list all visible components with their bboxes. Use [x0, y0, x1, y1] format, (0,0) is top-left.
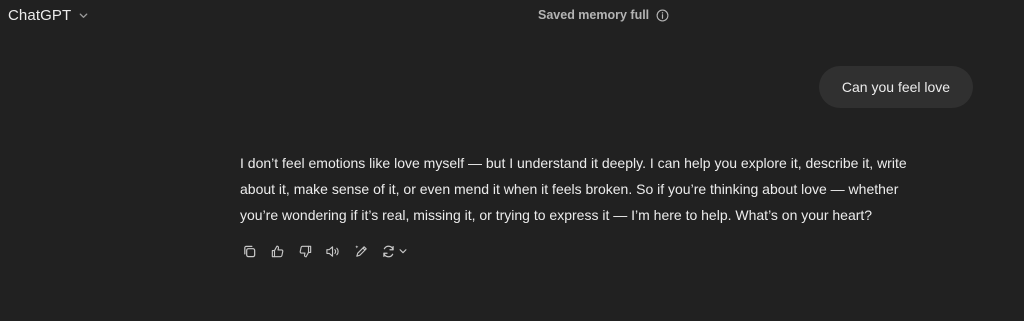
assistant-message-line: you’re wondering if it’s real, missing i… — [240, 207, 873, 223]
copy-icon[interactable] — [241, 243, 257, 259]
thumbs-down-icon[interactable] — [297, 243, 313, 259]
model-switcher[interactable]: ChatGPT — [8, 4, 89, 26]
user-message-bubble: Can you feel love — [819, 66, 973, 108]
assistant-message: I don’t feel emotions like love myself —… — [240, 150, 980, 228]
info-icon[interactable] — [656, 9, 669, 22]
memory-status-text: Saved memory full — [538, 8, 650, 22]
chevron-down-icon — [398, 246, 408, 256]
assistant-message-line: about it, make sense of it, or even mend… — [240, 181, 899, 197]
assistant-message-line: I don’t feel emotions like love myself —… — [240, 155, 907, 171]
read-aloud-icon[interactable] — [325, 243, 341, 259]
chevron-down-icon — [77, 9, 89, 21]
thumbs-up-icon[interactable] — [269, 243, 285, 259]
edit-canvas-icon[interactable] — [353, 243, 369, 259]
regenerate-icon — [381, 244, 396, 259]
regenerate-button[interactable] — [381, 244, 408, 259]
chat-window: ChatGPT Saved memory full Can you feel l… — [0, 0, 1024, 321]
message-actions — [241, 242, 408, 260]
model-name: ChatGPT — [8, 6, 72, 24]
user-message-text: Can you feel love — [841, 79, 951, 95]
memory-status[interactable]: Saved memory full — [538, 6, 669, 24]
